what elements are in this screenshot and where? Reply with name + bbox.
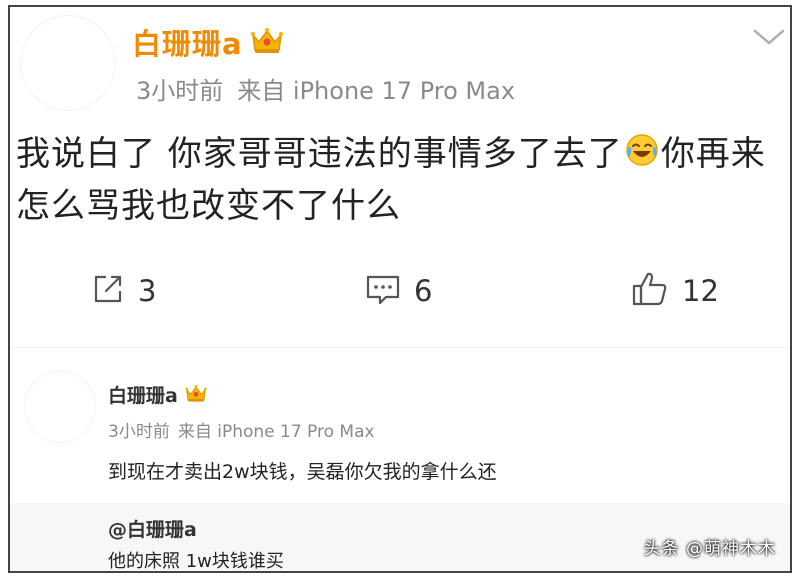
comment-button[interactable]: 6: [364, 265, 432, 317]
like-count: 12: [682, 274, 719, 308]
comment-avatar[interactable]: [24, 371, 96, 443]
like-button[interactable]: 12: [630, 265, 719, 317]
comment-time: 3小时前: [108, 422, 170, 442]
share-icon: [90, 271, 126, 311]
post-username[interactable]: 白珊珊a: [132, 21, 243, 63]
quote-text: 他的床照 1w块钱谁买: [108, 551, 284, 572]
post-author: 白珊珊a: [132, 21, 285, 63]
comment-item: 白珊珊a 3小时前 来自 iPhone 17 Pro Max 到现在才卖出2w块钱…: [10, 353, 790, 503]
watermark: 头条 @萌神木木: [643, 539, 776, 559]
chevron-down-icon[interactable]: [752, 27, 786, 47]
quote-user-mention[interactable]: @白珊珊a: [108, 515, 197, 542]
comment-author: 白珊珊a: [108, 381, 208, 408]
divider: [10, 347, 790, 348]
comment-username[interactable]: 白珊珊a: [108, 381, 178, 408]
avatar[interactable]: [20, 15, 116, 111]
weibo-post-card: 白珊珊a 3小时前 来自 iPhone 17 Pro Max 我说白了 你家哥哥…: [8, 5, 792, 573]
comment-text: 到现在才卖出2w块钱，吴磊你欠我的拿什么还: [108, 461, 497, 483]
post-source: 来自 iPhone 17 Pro Max: [237, 77, 516, 105]
thumbs-up-icon: [630, 270, 670, 312]
post-actions: 3 6 12: [10, 265, 790, 317]
post-time: 3小时前: [136, 77, 224, 105]
post-text-part-1: 我说白了 你家哥哥违法的事情多了去了: [16, 134, 623, 174]
main-post: 白珊珊a 3小时前 来自 iPhone 17 Pro Max 我说白了 你家哥哥…: [10, 7, 790, 347]
comment-count: 6: [414, 274, 433, 308]
share-button[interactable]: 3: [90, 265, 156, 317]
share-count: 3: [138, 274, 157, 308]
crown-badge-icon: [249, 25, 285, 59]
comment-meta: 3小时前 来自 iPhone 17 Pro Max: [108, 417, 375, 442]
comment-icon: [364, 271, 402, 311]
post-meta: 3小时前 来自 iPhone 17 Pro Max: [136, 71, 515, 106]
post-body: 我说白了 你家哥哥违法的事情多了去了 你再来怎么骂我也改变不了什么: [16, 129, 786, 231]
laugh-cry-emoji-icon: [625, 131, 659, 181]
crown-badge-icon: [184, 383, 208, 407]
comment-source: 来自 iPhone 17 Pro Max: [177, 422, 375, 442]
